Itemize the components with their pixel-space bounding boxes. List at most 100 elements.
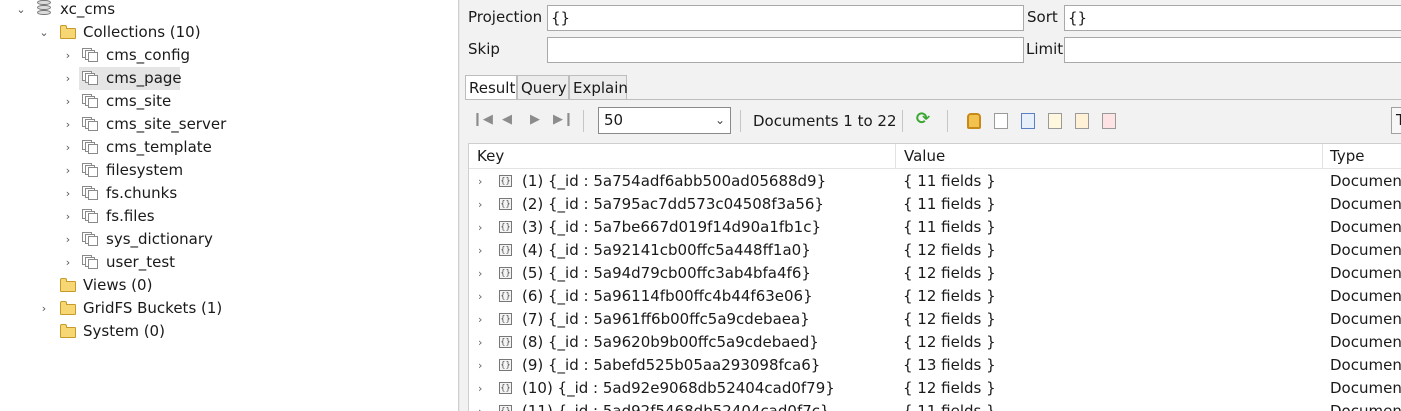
paste-document-icon[interactable] — [1075, 113, 1089, 129]
chevron-right-icon[interactable]: › — [61, 67, 75, 90]
tree-system-node[interactable]: System (0) — [0, 320, 458, 343]
tree-collection-label: fs.files — [106, 207, 155, 225]
view-json-icon[interactable] — [1021, 113, 1035, 129]
chevron-right-icon[interactable]: › — [478, 262, 482, 285]
chevron-right-icon[interactable]: › — [478, 285, 482, 308]
tree-collections-label: Collections (10) — [83, 23, 201, 41]
next-page-icon[interactable]: ▶ — [527, 112, 543, 128]
chevron-down-icon[interactable]: ⌄ — [14, 0, 28, 21]
chevron-right-icon[interactable]: › — [61, 159, 75, 182]
chevron-down-icon[interactable]: ⌄ — [37, 21, 51, 44]
tab-explain[interactable]: Explain — [569, 75, 628, 100]
projection-input[interactable] — [547, 5, 1024, 31]
tree-collection-cms-site-server[interactable]: › cms_site_server — [0, 113, 458, 136]
row-value: { 11 fields } — [903, 172, 996, 190]
tree-collection-fs-chunks[interactable]: › fs.chunks — [0, 182, 458, 205]
chevron-right-icon[interactable]: › — [478, 354, 482, 377]
tab-result[interactable]: Result — [465, 75, 517, 100]
column-header-value-label: Value — [904, 147, 946, 165]
tree-collection-label: cms_page — [106, 69, 182, 87]
table-row[interactable]: › {} (4) {_id : 5a92141cb00ffc5a448ff1a0} {… — [469, 239, 1401, 262]
page-size-select[interactable]: 50 ⌄ — [598, 107, 731, 134]
chevron-right-icon[interactable]: › — [37, 297, 51, 320]
chevron-right-icon[interactable]: › — [61, 113, 75, 136]
documents-range: Documents 1 to 22 — [753, 112, 897, 130]
tree-collection-label: user_test — [106, 253, 176, 271]
collection-icon — [82, 209, 98, 223]
toolbar-separator — [740, 110, 741, 132]
column-header-value[interactable]: Value — [896, 144, 1323, 169]
add-document-icon[interactable] — [994, 113, 1008, 129]
tree-collections-node[interactable]: ⌄ Collections (10) — [0, 21, 458, 44]
chevron-right-icon[interactable]: › — [478, 377, 482, 400]
tree-collection-cms-site[interactable]: › cms_site — [0, 90, 458, 113]
tree-collection-label: cms_template — [106, 138, 212, 156]
chevron-right-icon[interactable]: › — [61, 44, 75, 67]
column-header-type[interactable]: Type — [1322, 144, 1401, 169]
table-row[interactable]: › {} (8) {_id : 5a9620b9b00ffc5a9cdebaed} {… — [469, 331, 1401, 354]
document-icon: {} — [499, 267, 512, 279]
chevron-right-icon[interactable]: › — [61, 182, 75, 205]
collection-icon — [82, 232, 98, 246]
toolbar-separator — [947, 110, 948, 132]
delete-document-icon[interactable] — [1102, 113, 1116, 129]
chevron-right-icon[interactable]: › — [478, 170, 482, 193]
chevron-right-icon[interactable]: › — [478, 193, 482, 216]
chevron-right-icon[interactable]: › — [478, 308, 482, 331]
skip-input[interactable] — [547, 37, 1024, 63]
chevron-right-icon[interactable]: › — [478, 216, 482, 239]
table-row[interactable]: › {} (1) {_id : 5a754adf6abb500ad05688d9} {… — [469, 170, 1401, 193]
table-row[interactable]: › {} (7) {_id : 5a961ff6b00ffc5a9cdebaea} {… — [469, 308, 1401, 331]
row-value: { 12 fields } — [903, 287, 996, 305]
tree-db-node[interactable]: ⌄ xc_cms — [0, 0, 458, 21]
table-row[interactable]: › {} (9) {_id : 5abefd525b05aa293098fca6} {… — [469, 354, 1401, 377]
tree-collection-cms-template[interactable]: › cms_template — [0, 136, 458, 159]
edit-document-icon[interactable] — [1048, 113, 1062, 129]
tree-collection-filesystem[interactable]: › filesystem — [0, 159, 458, 182]
row-value: { 12 fields } — [903, 241, 996, 259]
chevron-right-icon[interactable]: › — [61, 136, 75, 159]
chevron-right-icon[interactable]: › — [61, 251, 75, 274]
refresh-icon[interactable]: ⟳ — [915, 111, 931, 128]
chevron-right-icon[interactable]: › — [61, 205, 75, 228]
skip-label: Skip — [468, 40, 500, 58]
table-row[interactable]: › {} (3) {_id : 5a7be667d019f14d90a1fb1c} {… — [469, 216, 1401, 239]
row-key: (1) {_id : 5a754adf6abb500ad05688d9} — [522, 172, 827, 190]
limit-input[interactable] — [1064, 37, 1401, 63]
lock-icon[interactable] — [967, 113, 981, 129]
grid-header: Key Value Type — [469, 144, 1401, 169]
tree-collection-sys-dictionary[interactable]: › sys_dictionary — [0, 228, 458, 251]
tree-gridfs-node[interactable]: › GridFS Buckets (1) — [0, 297, 458, 320]
table-row[interactable]: › {} (2) {_id : 5a795ac7dd573c04508f3a56} {… — [469, 193, 1401, 216]
tree-collection-label: cms_site_server — [106, 115, 227, 133]
tree-collection-user-test[interactable]: › user_test — [0, 251, 458, 274]
chevron-right-icon[interactable]: › — [478, 331, 482, 354]
chevron-right-icon[interactable]: › — [61, 90, 75, 113]
collection-icon — [82, 255, 98, 269]
chevron-right-icon[interactable]: › — [61, 228, 75, 251]
row-key: (6) {_id : 5a96114fb00ffc4b44f63e06} — [522, 287, 813, 305]
tab-query[interactable]: Query — [517, 75, 569, 100]
text-view-button[interactable]: T — [1391, 107, 1401, 134]
document-icon: {} — [499, 359, 512, 371]
last-page-icon[interactable]: ▶❙ — [553, 112, 574, 128]
table-row[interactable]: › {} (10) {_id : 5ad92e9068db52404cad0f79}… — [469, 377, 1401, 400]
tree-collection-cms-page[interactable]: › cms_page — [0, 67, 458, 90]
first-page-icon[interactable]: ❙◀ — [472, 112, 493, 128]
tree-views-node[interactable]: Views (0) — [0, 274, 458, 297]
table-row[interactable]: › {} (6) {_id : 5a96114fb00ffc4b44f63e06} {… — [469, 285, 1401, 308]
sort-label: Sort — [1027, 8, 1058, 26]
row-value: { 12 fields } — [903, 333, 996, 351]
row-value: { 13 fields } — [903, 356, 996, 374]
previous-page-icon[interactable]: ◀ — [499, 112, 515, 128]
table-row[interactable]: › {} (5) {_id : 5a94d79cb00ffc3ab4bfa4f6} {… — [469, 262, 1401, 285]
folder-icon — [60, 278, 76, 292]
chevron-right-icon[interactable]: › — [478, 400, 482, 411]
chevron-right-icon[interactable]: › — [478, 239, 482, 262]
table-row[interactable]: › {} (11) {_id : 5ad92f5468db52404cad0f7c}… — [469, 400, 1401, 411]
tree-collection-cms-config[interactable]: › cms_config — [0, 44, 458, 67]
column-header-key[interactable]: Key — [469, 144, 896, 169]
document-icon: {} — [499, 405, 512, 411]
tree-collection-fs-files[interactable]: › fs.files — [0, 205, 458, 228]
sort-input[interactable] — [1064, 5, 1401, 31]
